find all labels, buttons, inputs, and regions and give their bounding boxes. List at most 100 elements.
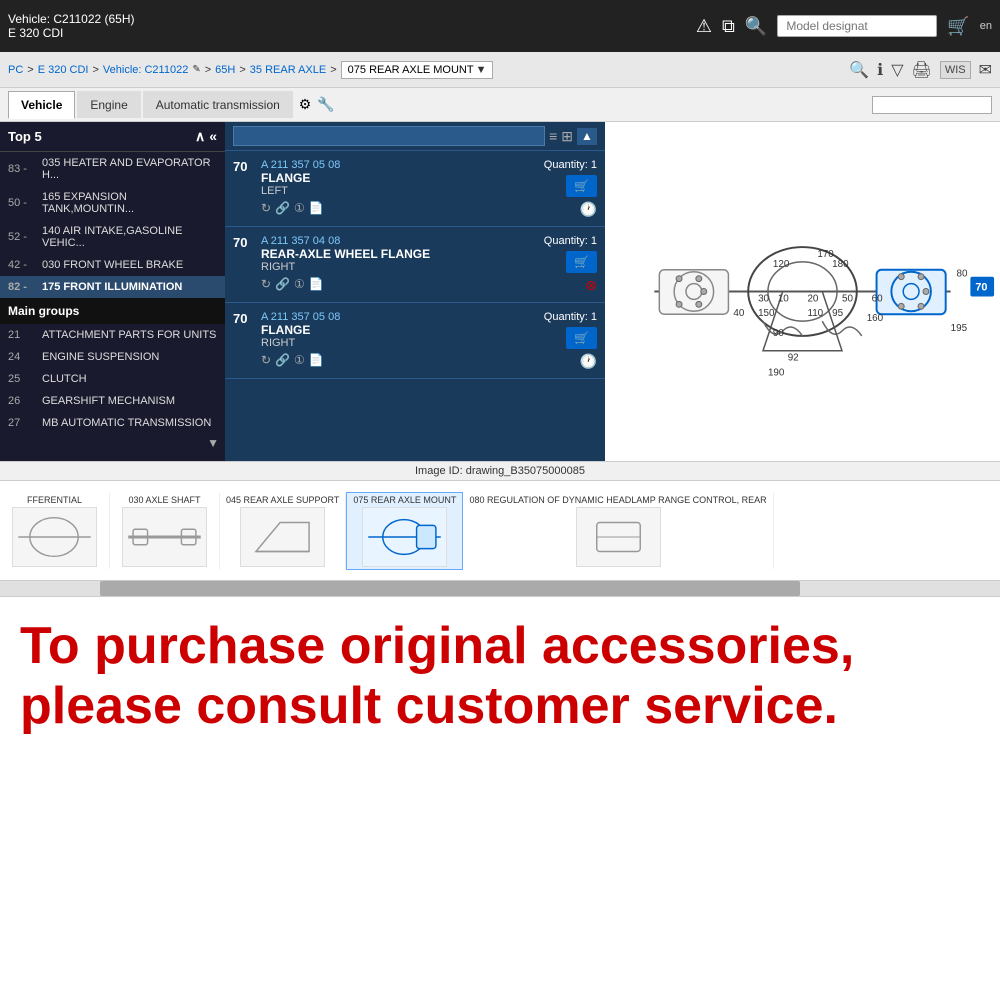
part-info-1: A 211 357 05 08 FLANGE LEFT ↻ 🔗 ① 📄 bbox=[261, 159, 536, 215]
collapse-double-icon[interactable]: « bbox=[209, 128, 217, 145]
sidebar-item-42[interactable]: 42 - 030 FRONT WHEEL BRAKE bbox=[0, 254, 225, 276]
parts-list: ≡ ⊞ ▲ 70 A 211 357 05 08 FLANGE LEFT ↻ 🔗… bbox=[225, 122, 605, 461]
clock-icon-3: 🕐 bbox=[580, 353, 597, 370]
model-search-input[interactable] bbox=[777, 15, 937, 37]
scroll-thumb[interactable] bbox=[100, 581, 800, 596]
svg-text:92: 92 bbox=[788, 353, 799, 364]
breadcrumb-pc[interactable]: PC bbox=[8, 64, 23, 76]
sidebar-item-82[interactable]: 82 - 175 FRONT ILLUMINATION bbox=[0, 276, 225, 298]
thumb-differential[interactable]: FFERENTIAL bbox=[0, 493, 110, 569]
zoom-icon[interactable]: 🔍 bbox=[849, 60, 869, 80]
sidebar-item-50[interactable]: 50 - 165 EXPANSION TANK,MOUNTIN... bbox=[0, 186, 225, 220]
svg-text:180: 180 bbox=[832, 259, 849, 270]
tab-icon-2[interactable]: 🔧 bbox=[317, 96, 334, 113]
info-icon-2[interactable]: ① bbox=[294, 277, 305, 291]
tab-search bbox=[872, 96, 992, 114]
tab-engine[interactable]: Engine bbox=[77, 91, 140, 118]
search-button-top[interactable]: 🔍 bbox=[745, 16, 767, 37]
diagram-svg: 80 195 120 180 170 110 95 160 150 40 90 … bbox=[605, 122, 1000, 461]
lang-label: en bbox=[980, 20, 992, 32]
link-icon-1[interactable]: 🔗 bbox=[275, 201, 290, 215]
breadcrumb-vehicle[interactable]: Vehicle: C211022 bbox=[103, 64, 188, 76]
thumb-080[interactable]: 080 REGULATION OF DYNAMIC HEADLAMP RANGE… bbox=[463, 493, 773, 569]
cart-btn-3[interactable]: 🛒 bbox=[566, 327, 597, 349]
thumb-045[interactable]: 045 REAR AXLE SUPPORT bbox=[220, 493, 346, 569]
tab-search-input[interactable] bbox=[872, 96, 992, 114]
collapse-up-icon[interactable]: ∧ bbox=[195, 128, 205, 145]
part-icons-2: ↻ 🔗 ① 📄 bbox=[261, 277, 536, 291]
doc-icon-3[interactable]: 📄 bbox=[309, 353, 324, 367]
part-icons-1: ↻ 🔗 ① 📄 bbox=[261, 201, 536, 215]
wis-icon[interactable]: WIS bbox=[940, 61, 971, 79]
cart-btn-2[interactable]: 🛒 bbox=[566, 251, 597, 273]
info-icon[interactable]: ℹ bbox=[877, 60, 883, 80]
sidebar-main-groups-header: Main groups bbox=[0, 298, 225, 324]
sidebar-item-27[interactable]: 27 MB AUTOMATIC TRANSMISSION bbox=[0, 412, 225, 434]
thumbnail-strip: FFERENTIAL 030 AXLE SHAFT 045 REAR AXLE … bbox=[0, 481, 1000, 581]
part-row-2[interactable]: 70 A 211 357 04 08 REAR-AXLE WHEEL FLANG… bbox=[225, 227, 605, 303]
parts-scroll-btn[interactable]: ▲ bbox=[577, 128, 597, 145]
svg-text:60: 60 bbox=[872, 293, 883, 304]
main-content: Top 5 ∧ « 83 - 035 HEATER AND EVAPORATOR… bbox=[0, 122, 1000, 462]
vehicle-id: Vehicle: C211022 (65H) bbox=[8, 12, 135, 26]
link-icon-2[interactable]: 🔗 bbox=[275, 277, 290, 291]
tab-vehicle[interactable]: Vehicle bbox=[8, 91, 75, 119]
thumb-img-045 bbox=[240, 507, 325, 567]
thumb-075[interactable]: 075 REAR AXLE MOUNT bbox=[346, 492, 463, 570]
doc-icon-1[interactable]: 📄 bbox=[309, 201, 324, 215]
part-row-3[interactable]: 70 A 211 357 05 08 FLANGE RIGHT ↻ 🔗 ① 📄 … bbox=[225, 303, 605, 379]
sidebar-item-52[interactable]: 52 - 140 AIR INTAKE,GASOLINE VEHIC... bbox=[0, 220, 225, 254]
info-icon-1[interactable]: ① bbox=[294, 201, 305, 215]
cart-btn-1[interactable]: 🛒 bbox=[566, 175, 597, 197]
edit-icon[interactable]: ✎ bbox=[192, 64, 200, 75]
refresh-icon-3[interactable]: ↻ bbox=[261, 353, 271, 367]
top-bar-actions: ⚠ ⧉ 🔍 🛒 en bbox=[696, 15, 992, 37]
mail-icon[interactable]: ✉ bbox=[979, 60, 992, 80]
sidebar-item-83[interactable]: 83 - 035 HEATER AND EVAPORATOR H... bbox=[0, 152, 225, 186]
sidebar-item-21[interactable]: 21 ATTACHMENT PARTS FOR UNITS bbox=[0, 324, 225, 346]
image-id-text: Image ID: drawing_B35075000085 bbox=[415, 465, 585, 477]
filter-icon[interactable]: ▽ bbox=[891, 60, 903, 80]
print-icon[interactable]: 🖨 bbox=[912, 60, 932, 80]
refresh-icon-2[interactable]: ↻ bbox=[261, 277, 271, 291]
breadcrumb-65h[interactable]: 65H bbox=[215, 64, 235, 76]
vehicle-name: E 320 CDI bbox=[8, 26, 135, 40]
cart-button[interactable]: 🛒 bbox=[947, 16, 969, 37]
bottom-ad: To purchase original accessories, please… bbox=[0, 597, 1000, 757]
tab-icon-1[interactable]: ⚙ bbox=[299, 96, 312, 113]
top-bar: Vehicle: C211022 (65H) E 320 CDI ⚠ ⧉ 🔍 🛒… bbox=[0, 0, 1000, 52]
sidebar-scroll-down-icon[interactable]: ▼ bbox=[207, 436, 219, 450]
grid-view-icon[interactable]: ⊞ bbox=[561, 128, 573, 145]
part-info-2: A 211 357 04 08 REAR-AXLE WHEEL FLANGE R… bbox=[261, 235, 536, 291]
vehicle-info: Vehicle: C211022 (65H) E 320 CDI bbox=[8, 12, 135, 40]
tab-bar: Vehicle Engine Automatic transmission ⚙ … bbox=[0, 88, 1000, 122]
sidebar-item-24[interactable]: 24 ENGINE SUSPENSION bbox=[0, 346, 225, 368]
svg-text:190: 190 bbox=[768, 367, 785, 378]
svg-text:90: 90 bbox=[773, 328, 784, 339]
svg-text:70: 70 bbox=[975, 282, 987, 294]
refresh-icon-1[interactable]: ↻ bbox=[261, 201, 271, 215]
info-icon-3[interactable]: ① bbox=[294, 353, 305, 367]
list-view-icon[interactable]: ≡ bbox=[549, 128, 557, 145]
breadcrumb-dropdown-075[interactable]: 075 REAR AXLE MOUNT ▼ bbox=[341, 61, 494, 79]
svg-text:95: 95 bbox=[832, 308, 843, 319]
svg-text:120: 120 bbox=[773, 259, 790, 270]
doc-icon-2[interactable]: 📄 bbox=[309, 277, 324, 291]
breadcrumb-e320[interactable]: E 320 CDI bbox=[38, 64, 89, 76]
thumb-030[interactable]: 030 AXLE SHAFT bbox=[110, 493, 220, 569]
breadcrumb-rear-axle[interactable]: 35 REAR AXLE bbox=[250, 64, 326, 76]
sidebar-item-25[interactable]: 25 CLUTCH bbox=[0, 368, 225, 390]
part-actions-2: Quantity: 1 🛒 ⊗ bbox=[544, 235, 597, 294]
copy-button[interactable]: ⧉ bbox=[722, 16, 735, 37]
link-icon-3[interactable]: 🔗 bbox=[275, 353, 290, 367]
sidebar-collapse-icons: ∧ « bbox=[195, 128, 217, 145]
chevron-down-icon: ▼ bbox=[476, 64, 487, 76]
parts-search-input[interactable] bbox=[233, 126, 545, 146]
breadcrumb: PC > E 320 CDI > Vehicle: C211022 ✎ > 65… bbox=[8, 61, 493, 79]
warning-button[interactable]: ⚠ bbox=[696, 16, 712, 37]
part-row-1[interactable]: 70 A 211 357 05 08 FLANGE LEFT ↻ 🔗 ① 📄 Q… bbox=[225, 151, 605, 227]
scroll-area[interactable] bbox=[0, 581, 1000, 597]
tab-automatic-transmission[interactable]: Automatic transmission bbox=[143, 91, 293, 118]
sidebar-header: Top 5 ∧ « bbox=[0, 122, 225, 152]
sidebar-item-26[interactable]: 26 GEARSHIFT MECHANISM bbox=[0, 390, 225, 412]
